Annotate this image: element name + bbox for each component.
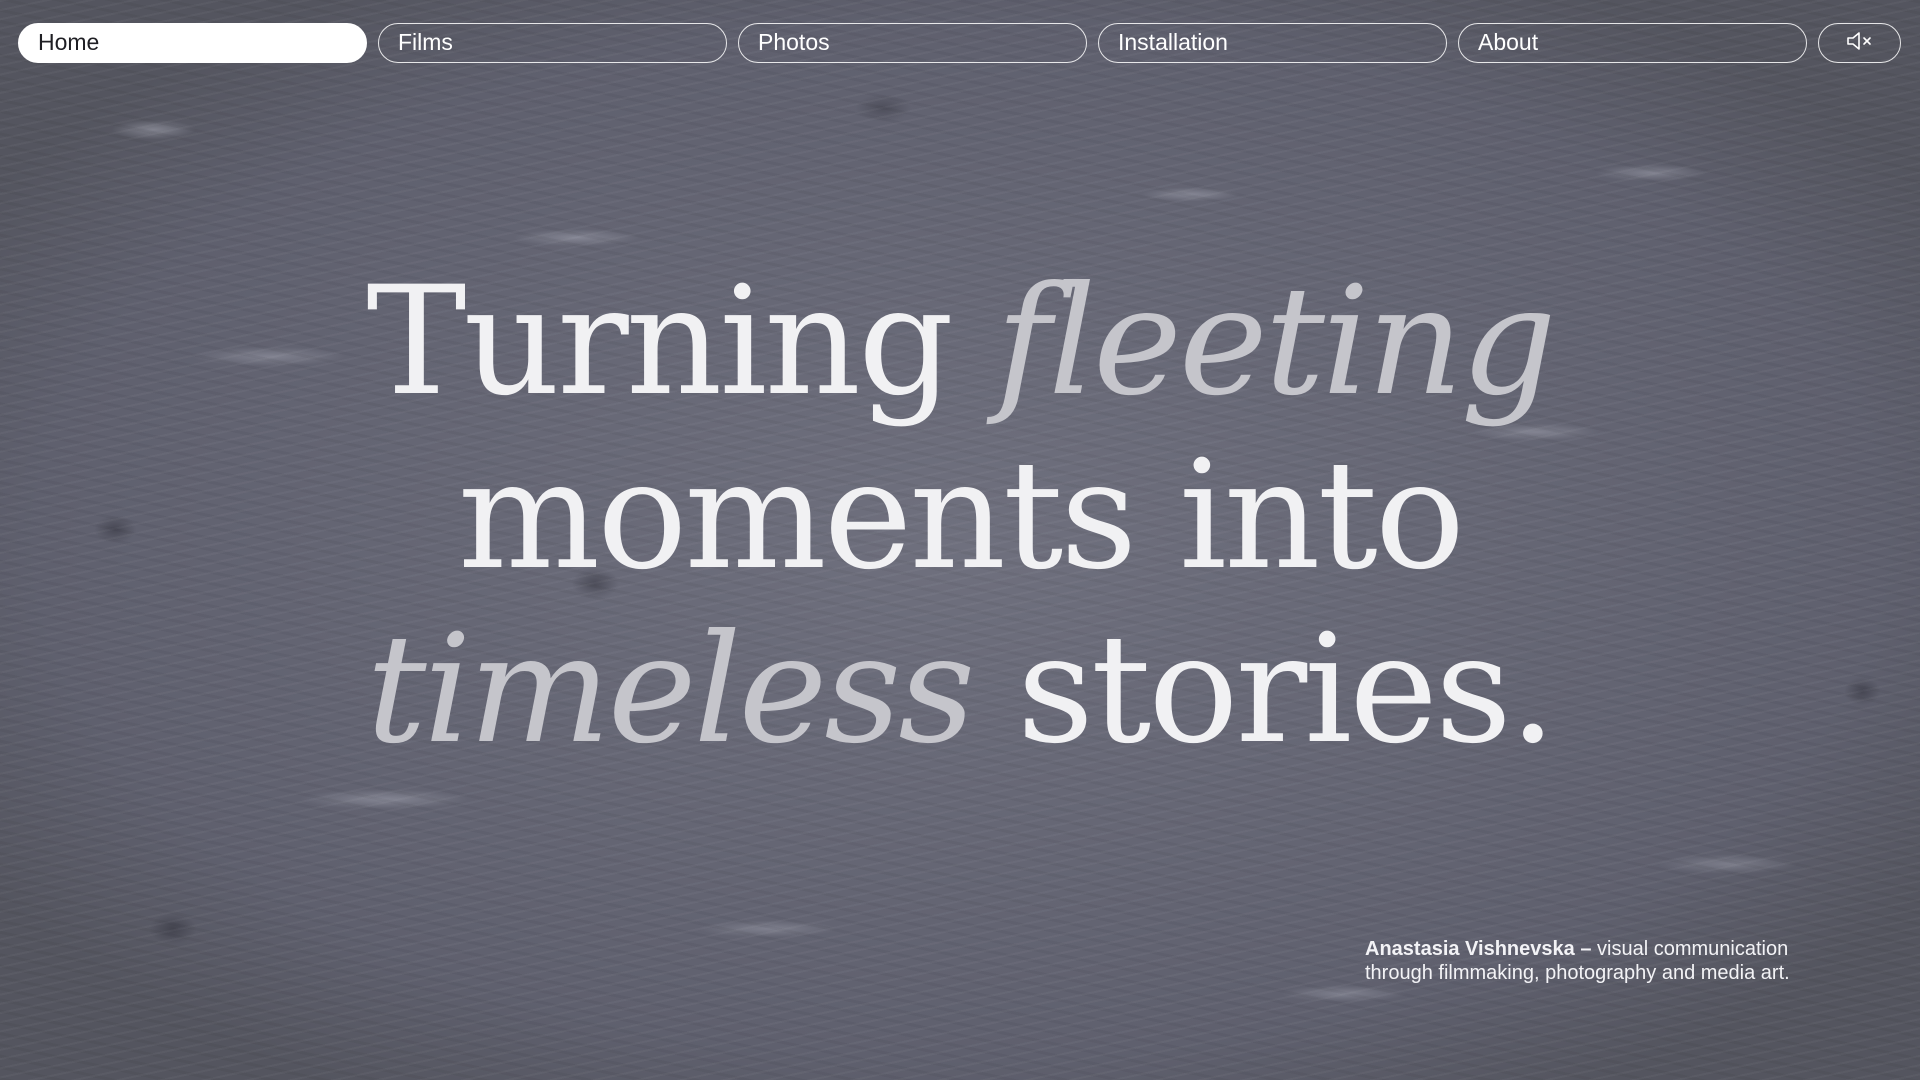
hero-word-turning: Turning bbox=[366, 255, 954, 429]
hero-line-2: moments into bbox=[457, 429, 1465, 603]
nav-installation[interactable]: Installation bbox=[1098, 23, 1447, 63]
nav-photos[interactable]: Photos bbox=[738, 23, 1087, 63]
main-navigation: Home Films Photos Installation About bbox=[18, 22, 1901, 64]
hero-word-stories: stories. bbox=[1016, 603, 1557, 777]
nav-home[interactable]: Home bbox=[18, 23, 367, 63]
credit-text-line-1: visual communication bbox=[1597, 938, 1789, 960]
hero-word-timeless: timeless bbox=[366, 603, 975, 777]
author-name: Anastasia Vishnevska – bbox=[1365, 938, 1592, 960]
credit-text-line-2: through filmmaking, photography and medi… bbox=[1365, 962, 1790, 984]
nav-films[interactable]: Films bbox=[378, 23, 727, 63]
author-credit: Anastasia Vishnevska – visual communicat… bbox=[1365, 937, 1885, 985]
speaker-muted-icon bbox=[1845, 30, 1875, 57]
hero-line-3: timeless stories. bbox=[0, 603, 1920, 777]
hero-word-fleeting: fleeting bbox=[995, 255, 1557, 429]
nav-about[interactable]: About bbox=[1458, 23, 1807, 63]
sound-toggle-button[interactable] bbox=[1818, 23, 1901, 63]
hero-headline: Turning fleeting moments into timeless s… bbox=[0, 255, 1920, 777]
hero-line-1: Turning fleeting bbox=[0, 255, 1920, 429]
